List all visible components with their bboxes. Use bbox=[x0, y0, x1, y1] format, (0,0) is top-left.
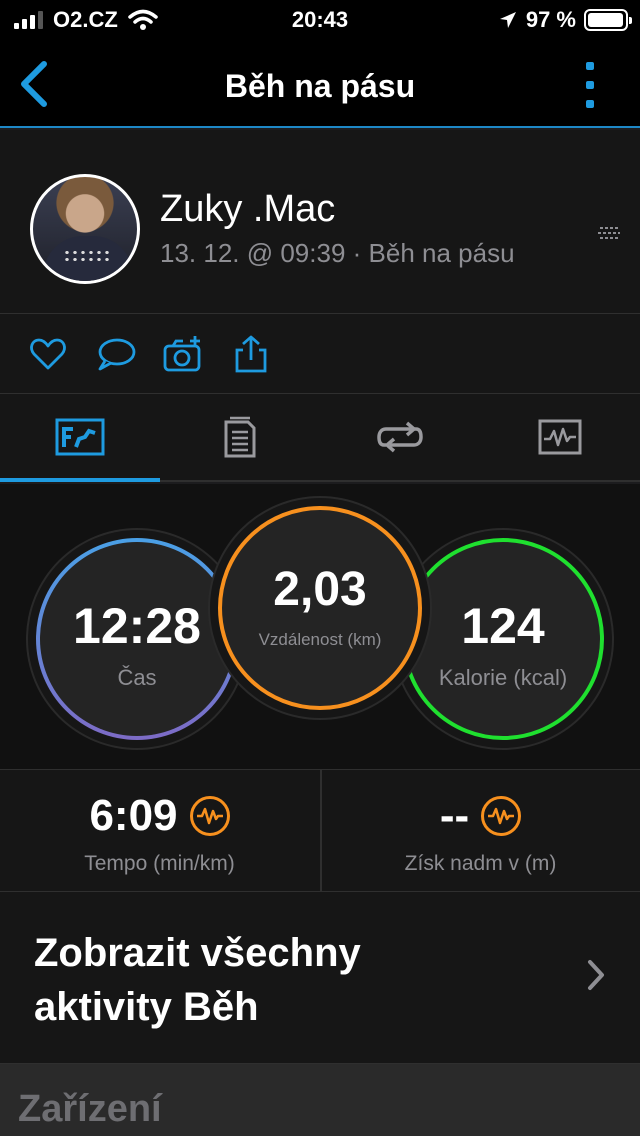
calories-label: Kalorie (kcal) bbox=[438, 665, 568, 690]
more-button[interactable] bbox=[584, 62, 596, 108]
distance-value: 2,03 bbox=[273, 563, 367, 616]
comment-button[interactable] bbox=[96, 334, 136, 374]
show-all-label: Zobrazit všechny aktivity Běh bbox=[34, 926, 514, 1034]
overview-icon bbox=[55, 418, 105, 456]
elevation-value: -- bbox=[439, 791, 470, 840]
activity-pulse-icon bbox=[481, 796, 522, 836]
pace-value: 6:09 bbox=[89, 791, 178, 840]
add-photo-button[interactable] bbox=[163, 334, 203, 374]
nav-bar: Běh na pásu bbox=[0, 40, 640, 128]
details-icon bbox=[224, 416, 256, 458]
action-row bbox=[0, 314, 640, 394]
time-label: Čas bbox=[117, 665, 157, 690]
metrics-row: 6:09 Tempo (min/km) -- Získ nadm v (m) bbox=[0, 770, 640, 892]
activity-header: Zuky .Mac 13. 12. @ 09:39 · Běh na pásu bbox=[0, 130, 640, 314]
add-photo-icon bbox=[163, 336, 201, 372]
tab-charts[interactable] bbox=[480, 394, 640, 480]
pace-metric: 6:09 Tempo (min/km) bbox=[0, 770, 319, 892]
laps-icon bbox=[377, 421, 423, 453]
like-button[interactable] bbox=[28, 334, 68, 374]
distance-stat: 2,03 Vzdálenost (km) bbox=[218, 506, 422, 710]
chevron-right-icon bbox=[588, 960, 604, 990]
activity-pulse-icon bbox=[189, 796, 230, 836]
battery-icon bbox=[584, 9, 632, 31]
location-icon bbox=[499, 12, 516, 28]
devices-title: Zařízení bbox=[18, 1088, 162, 1130]
show-all-line1: Zobrazit všechny bbox=[34, 931, 361, 975]
battery-percent: 97 % bbox=[525, 7, 576, 32]
comment-icon bbox=[98, 338, 136, 371]
show-all-line2: aktivity Běh bbox=[34, 985, 259, 1029]
pace-label: Tempo (min/km) bbox=[84, 852, 235, 875]
calories-value: 124 bbox=[461, 598, 545, 654]
tab-bar bbox=[0, 394, 640, 482]
activity-meta: 13. 12. @ 09:39 · Běh na pásu bbox=[160, 238, 515, 268]
elevation-label: Získ nadm v (m) bbox=[404, 852, 557, 875]
treadmill-icon bbox=[598, 227, 620, 239]
show-all-activities-row[interactable]: Zobrazit všechny aktivity Běh bbox=[0, 892, 640, 1064]
summary-stats: 12:28 Čas 124 Kalorie (kcal) 2,03 Vzdále… bbox=[0, 484, 640, 770]
calories-stat: 124 Kalorie (kcal) bbox=[402, 538, 604, 740]
time-value: 12:28 bbox=[73, 598, 201, 654]
avatar[interactable] bbox=[30, 174, 140, 284]
tab-details[interactable] bbox=[160, 394, 320, 480]
elevation-metric: -- Získ nadm v (m) bbox=[320, 770, 639, 892]
tab-laps[interactable] bbox=[320, 394, 480, 480]
time-stat: 12:28 Čas bbox=[36, 538, 238, 740]
distance-label: Vzdálenost (km) bbox=[258, 630, 382, 649]
page-title: Běh na pásu bbox=[224, 68, 416, 104]
heart-icon bbox=[30, 338, 66, 370]
status-bar: O2.CZ 20:43 97 % bbox=[0, 0, 640, 40]
share-icon bbox=[235, 335, 267, 373]
share-button[interactable] bbox=[231, 334, 271, 374]
user-name[interactable]: Zuky .Mac bbox=[160, 188, 335, 231]
charts-icon bbox=[538, 419, 582, 455]
tab-overview[interactable] bbox=[0, 394, 160, 482]
devices-section: Zařízení bbox=[0, 1064, 640, 1136]
